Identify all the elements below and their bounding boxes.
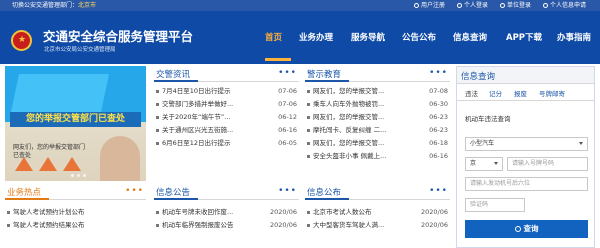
person-icon: [542, 3, 548, 8]
more-warning-icon[interactable]: •••: [429, 69, 448, 78]
list-item[interactable]: 6月6日至12日出行提示 06-05: [154, 137, 299, 150]
more-hot-icon[interactable]: •••: [125, 187, 144, 196]
more-notice-icon[interactable]: •••: [429, 187, 448, 196]
hot-panel: 业务热点 ••• 驾驶人考试预约计划公布 驾驶人考试预约结果公布: [5, 184, 146, 232]
news-panel: 交警资讯 ••• 7月4日至10日出行提示 07-06 交警部门多措并举做好... 0…: [154, 66, 299, 150]
register-link[interactable]: 用户注册: [413, 0, 445, 11]
company-login-link[interactable]: 单位登录: [499, 0, 531, 11]
search-icon: [514, 226, 521, 232]
list-item[interactable]: 交警部门多措并举做好... 07-06: [154, 98, 299, 111]
notice-title: 信息公布: [307, 188, 342, 198]
current-city[interactable]: 北京市: [78, 2, 96, 9]
account-links: 用户注册 个人登录 单位登录 个人信息申请: [413, 0, 586, 11]
nav-business[interactable]: 业务办理: [299, 31, 333, 43]
query-panel: 信息查询 违法 记分 报废 号牌邮寄 机动车违法查询 小型汽车 京 请输入号牌号…: [456, 66, 595, 248]
warning-list: 网友们，您的举报交管... 07-08 乘车人向车外抛物被罚... 06-30 网友…: [305, 85, 450, 163]
warning-title: 警示教育: [307, 70, 342, 80]
notice-list: 北京市考试人数公布 2020/06 大中型客货车驾驶人满... 2020/06: [305, 206, 450, 232]
nav-service-guide[interactable]: 服务导航: [351, 31, 385, 43]
list-item[interactable]: 北京市考试人数公布 2020/06: [305, 206, 450, 219]
more-news-icon[interactable]: •••: [278, 69, 297, 78]
police-badge-icon: ★: [11, 30, 32, 51]
nav-guide[interactable]: 办事指南: [557, 31, 591, 43]
engine-number-input[interactable]: 请输入发动机号后六位: [465, 177, 588, 191]
captcha-input[interactable]: 验证码: [465, 198, 525, 212]
info-title: 信息公告: [156, 188, 191, 198]
tab-points[interactable]: 记分: [489, 88, 502, 98]
info-panel: 信息公告 ••• 机动车号牌未收回作废... 2020/06 机动车临界强制报废公告…: [154, 184, 299, 232]
list-item[interactable]: 网友们，您的举报交管... 07-08: [305, 85, 450, 98]
carousel-dots[interactable]: [71, 174, 86, 177]
user-icon: [413, 3, 419, 8]
info-list: 机动车号牌未收回作废... 2020/06 机动车临界强制报废公告 2020/06: [154, 206, 299, 232]
nav-active-indicator: [265, 58, 291, 61]
news-title: 交警资讯: [156, 70, 191, 80]
plate-number-input[interactable]: 请输入号牌号码: [507, 157, 588, 171]
chevron-down-icon: [579, 142, 583, 145]
city-switcher[interactable]: 切换公安交通管理部门：北京市: [12, 0, 96, 11]
tab-violation[interactable]: 违法: [465, 88, 478, 98]
site-title: 交通安全综合服务管理平台: [43, 29, 194, 44]
tab-plate-mail[interactable]: 号牌邮寄: [539, 88, 565, 98]
site-header: ★ 交通安全综合服务管理平台 北京市公安局公安交通管理局 首页 业务办理 服务导…: [0, 11, 600, 64]
tab-scrap[interactable]: 报废: [514, 88, 527, 98]
list-item[interactable]: 7月4日至10日出行提示 07-06: [154, 85, 299, 98]
nav-announcements[interactable]: 公告公布: [402, 31, 436, 43]
list-item[interactable]: 摩托闯卡、反复纠缠 二... 06-23: [305, 124, 450, 137]
hot-list: 驾驶人考试预约计划公布 驾驶人考试预约结果公布: [5, 206, 146, 232]
company-icon: [499, 3, 505, 8]
list-item[interactable]: 机动车临界强制报废公告 2020/06: [154, 219, 299, 232]
nav-info-query[interactable]: 信息查询: [453, 31, 487, 43]
list-item[interactable]: 驾驶人考试预约计划公布: [5, 206, 146, 219]
info-apply-link[interactable]: 个人信息申请: [542, 0, 586, 11]
warning-panel: 警示教育 ••• 网友们，您的举报交管... 07-08 乘车人向车外抛物被罚...…: [305, 66, 450, 163]
list-item[interactable]: 安全头盔非小事 佩戴上... 06-16: [305, 150, 450, 163]
news-list: 7月4日至10日出行提示 07-06 交警部门多措并举做好... 07-06 关于2…: [154, 85, 299, 150]
nav-app-download[interactable]: APP下载: [506, 31, 542, 43]
vehicle-type-select[interactable]: 小型汽车: [465, 137, 588, 151]
list-item[interactable]: 网友们，您的举报交管... 06-18: [305, 137, 450, 150]
hot-title: 业务热点: [7, 188, 42, 198]
list-item[interactable]: 网友们，您的举报交管... 06-23: [305, 111, 450, 124]
list-item[interactable]: 关于2020年“端午节”... 06-12: [154, 111, 299, 124]
city-switch-label: 切换公安交通管理部门：: [12, 2, 79, 9]
query-subtitle: 机动车违法查询: [465, 115, 511, 123]
plate-prefix-select[interactable]: 京: [465, 157, 503, 171]
nav-home[interactable]: 首页: [265, 31, 282, 43]
chevron-down-icon: [494, 162, 498, 165]
person-icon: [456, 3, 462, 8]
query-tabs: 违法 记分 报废 号牌邮寄: [457, 84, 594, 101]
notice-panel: 信息公布 ••• 北京市考试人数公布 2020/06 大中型客货车驾驶人满... 20…: [305, 184, 450, 232]
personal-login-link[interactable]: 个人登录: [456, 0, 488, 11]
more-info-icon[interactable]: •••: [278, 187, 297, 196]
query-title: 信息查询: [461, 72, 496, 82]
list-item[interactable]: 机动车号牌未收回作废... 2020/06: [154, 206, 299, 219]
list-item[interactable]: 乘车人向车外抛物被罚... 06-30: [305, 98, 450, 111]
list-item[interactable]: 大中型客货车驾驶人满... 2020/06: [305, 219, 450, 232]
banner-headline: 您的举报交管部门已查处: [10, 112, 141, 127]
list-item[interactable]: 驾驶人考试预约结果公布: [5, 219, 146, 232]
banner-carousel[interactable]: 您的举报交管部门已查处 网友们，您的举报交管部门已查处: [5, 66, 146, 181]
list-item[interactable]: 关于通州区兴光五街施... 06-16: [154, 124, 299, 137]
site-subtitle: 北京市公安局公安交通管理局: [44, 47, 116, 53]
query-button[interactable]: 查询: [465, 220, 588, 238]
top-bar: 切换公安交通管理部门：北京市 用户注册 个人登录 单位登录 个人信息申请: [0, 0, 600, 11]
